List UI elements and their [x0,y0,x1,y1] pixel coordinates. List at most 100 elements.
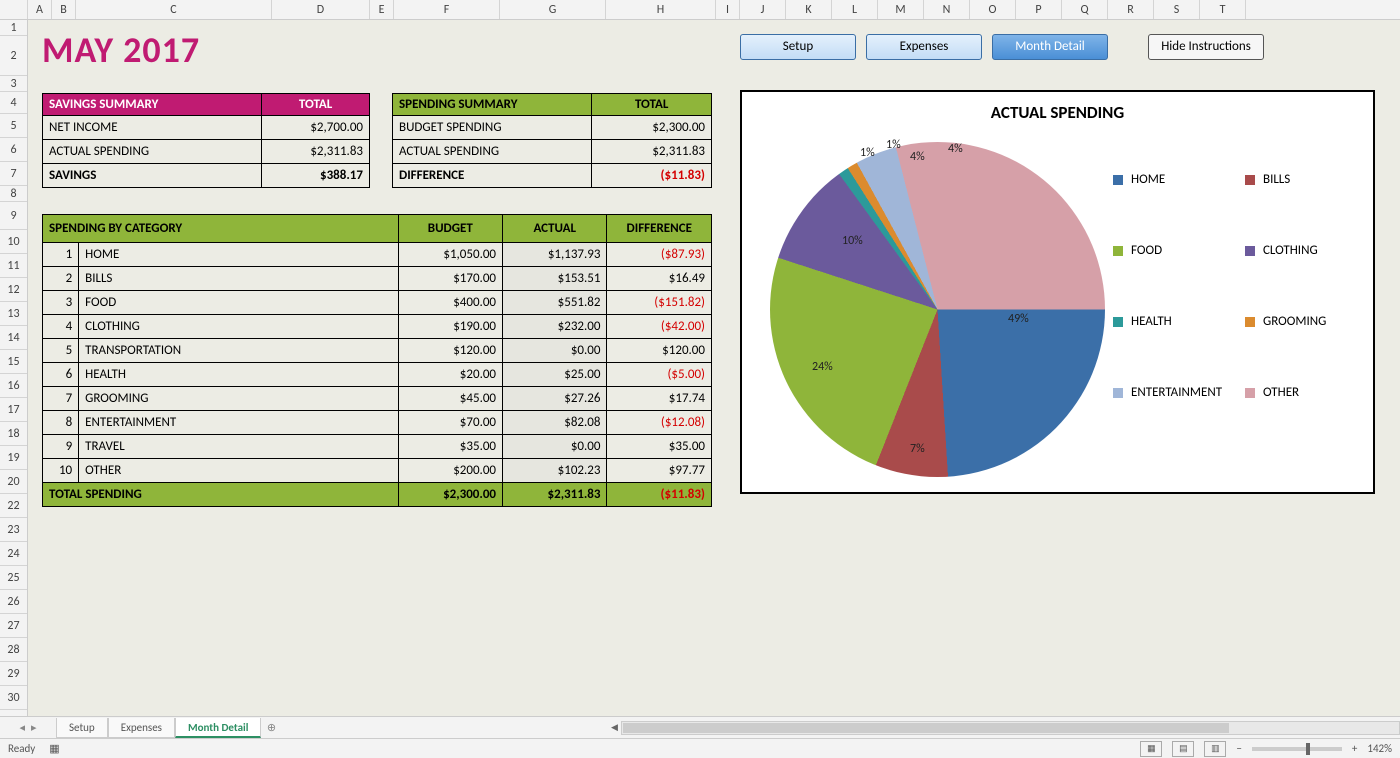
table-row: 6 HEALTH $20.00 $25.00 ($5.00) [43,363,712,387]
col-header-K[interactable]: K [786,0,832,19]
col-header-M[interactable]: M [878,0,924,19]
savings-header-label: SAVINGS SUMMARY [43,94,262,116]
cat-total-label: TOTAL SPENDING [43,483,399,507]
col-header-E[interactable]: E [370,0,394,19]
row-header-6[interactable]: 6 [0,138,27,162]
nav-button-expenses[interactable]: Expenses [866,34,982,60]
col-header-T[interactable]: T [1200,0,1246,19]
row-header-27[interactable]: 27 [0,614,27,638]
cat-row-budget: $35.00 [398,435,502,459]
scrollbar-thumb[interactable] [623,723,1229,733]
row-header-18[interactable]: 18 [0,422,27,446]
sheet-tab-setup[interactable]: Setup [56,718,108,738]
row-header-26[interactable]: 26 [0,590,27,614]
hide-instructions-button[interactable]: Hide Instructions [1148,34,1264,60]
col-header-L[interactable]: L [832,0,878,19]
col-header-J[interactable]: J [740,0,786,19]
row-header-9[interactable]: 9 [0,202,27,230]
cat-row-name: ENTERTAINMENT [79,411,398,435]
row-header-22[interactable]: 22 [0,494,27,518]
row-header-11[interactable]: 11 [0,254,27,278]
tab-nav-arrows[interactable]: ◂ ▸ [0,721,56,734]
col-header-F[interactable]: F [394,0,500,19]
col-header-C[interactable]: C [76,0,272,19]
pie-slice-label: 49% [1008,312,1029,326]
col-header-H[interactable]: H [606,0,716,19]
tab-first-icon[interactable]: ◂ [19,721,25,734]
status-ready: Ready [8,742,35,755]
row-header-29[interactable]: 29 [0,662,27,686]
col-header-R[interactable]: R [1108,0,1154,19]
cat-row-num: 7 [43,387,79,411]
cat-row-num: 9 [43,435,79,459]
legend-item: FOOD [1113,243,1231,258]
col-header-Q[interactable]: Q [1062,0,1108,19]
col-header-S[interactable]: S [1154,0,1200,19]
row-header-17[interactable]: 17 [0,398,27,422]
nav-buttons: Setup Expenses Month Detail Hide Instructio… [740,34,1264,60]
row-header-25[interactable]: 25 [0,566,27,590]
cat-row-diff: ($5.00) [607,363,712,387]
view-normal-button[interactable]: ▦ [1140,741,1162,757]
pie-slice-label: 1% [860,146,875,160]
view-page-layout-button[interactable]: ▤ [1172,741,1194,757]
row-header-16[interactable]: 16 [0,374,27,398]
row-header-14[interactable]: 14 [0,326,27,350]
nav-button-setup[interactable]: Setup [740,34,856,60]
row-header-10[interactable]: 10 [0,230,27,254]
cat-row-diff: ($151.82) [607,291,712,315]
row-header-13[interactable]: 13 [0,302,27,326]
spending-total-label: DIFFERENCE [393,164,592,188]
zoom-slider[interactable] [1252,747,1342,751]
legend-swatch-icon [1245,317,1255,327]
table-row: 2 BILLS $170.00 $153.51 $16.49 [43,267,712,291]
zoom-in-button[interactable]: + [1352,742,1357,755]
col-header-D[interactable]: D [272,0,370,19]
cat-row-name: TRANSPORTATION [79,339,398,363]
sheet-tab-expenses[interactable]: Expenses [108,718,175,738]
cat-row-name: BILLS [79,267,398,291]
row-header-28[interactable]: 28 [0,638,27,662]
row-header-24[interactable]: 24 [0,542,27,566]
add-sheet-button[interactable]: ⊕ [261,721,281,734]
col-header-B[interactable]: B [52,0,76,19]
savings-summary-table: SAVINGS SUMMARY TOTAL NET INCOME$2,700.0… [42,93,370,188]
horizontal-scrollbar[interactable]: ◀ ▶ [621,721,1400,735]
row-header-1[interactable]: 1 [0,20,27,36]
row-header-20[interactable]: 20 [0,470,27,494]
col-header-N[interactable]: N [924,0,970,19]
view-page-break-button[interactable]: ▥ [1204,741,1226,757]
row-header-7[interactable]: 7 [0,162,27,186]
nav-button-month-detail[interactable]: Month Detail [992,34,1108,60]
col-header-I[interactable]: I [716,0,740,19]
row-header-8[interactable]: 8 [0,186,27,202]
spending-by-category-table: SPENDING BY CATEGORY BUDGET ACTUAL DIFFE… [42,214,712,507]
worksheet[interactable]: MAY 2017 SetupExpensesMonth DetailHide I… [28,20,1400,718]
scroll-left-icon[interactable]: ◀ [607,722,621,734]
row-header-2[interactable]: 2 [0,36,27,76]
sheet-tab-bar: ◂ ▸ SetupExpensesMonth Detail ⊕ ◀ ▶ [0,716,1400,738]
row-header-23[interactable]: 23 [0,518,27,542]
row-header-19[interactable]: 19 [0,446,27,470]
row-header-3[interactable]: 3 [0,76,27,92]
tab-last-icon[interactable]: ▸ [31,721,37,734]
zoom-out-button[interactable]: − [1236,742,1241,755]
row-header-12[interactable]: 12 [0,278,27,302]
spending-row-value: $2,311.83 [592,140,712,164]
pie-slice-label: 10% [842,234,863,248]
sheet-tab-month-detail[interactable]: Month Detail [175,718,261,738]
macro-record-icon[interactable]: ▦ [49,742,59,755]
row-header-15[interactable]: 15 [0,350,27,374]
actual-spending-chart[interactable]: ACTUAL SPENDING 49%7%24%10%1%1%4%4% HOME… [740,90,1375,494]
legend-item: HOME [1113,172,1231,187]
col-header-G[interactable]: G [500,0,606,19]
cat-row-name: GROOMING [79,387,398,411]
row-header-5[interactable]: 5 [0,114,27,138]
cat-row-budget: $45.00 [398,387,502,411]
col-header-O[interactable]: O [970,0,1016,19]
cat-row-actual: $232.00 [503,315,607,339]
row-header-4[interactable]: 4 [0,92,27,114]
row-header-30[interactable]: 30 [0,686,27,710]
col-header-P[interactable]: P [1016,0,1062,19]
col-header-A[interactable]: A [28,0,52,19]
